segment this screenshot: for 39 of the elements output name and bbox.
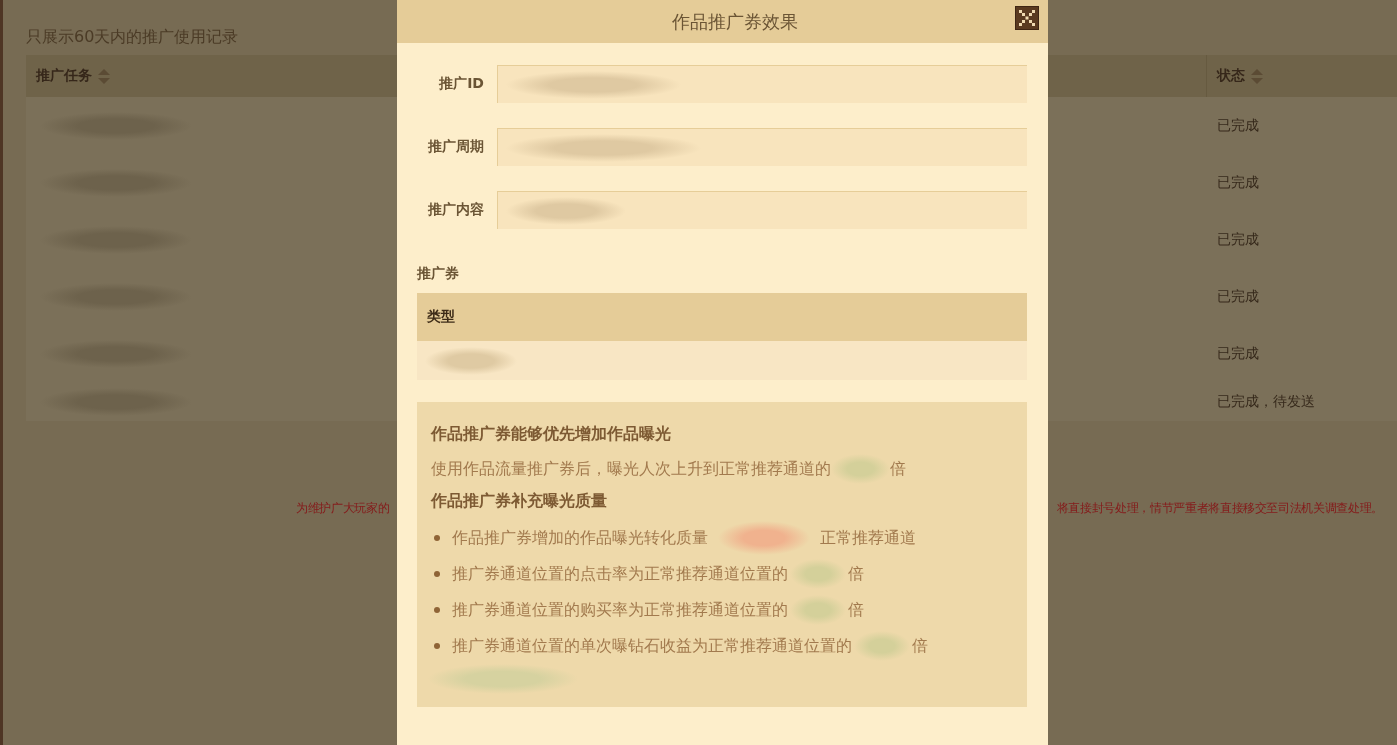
info-text: 正常推荐通道 (820, 527, 916, 549)
info-text: 推广券通道位置的单次曝钻石收益为正常推荐通道位置的 (452, 635, 852, 657)
bullet-icon (434, 571, 440, 577)
close-button[interactable] (1015, 6, 1039, 30)
status-text: 已完成 (1217, 344, 1259, 363)
info-text: 作品推广券增加的作品曝光转化质量 (452, 527, 708, 549)
dialog-title: 作品推广券效果 (671, 9, 798, 34)
column-header[interactable]: 推广任务 (36, 67, 110, 85)
field-label: 推广周期 (428, 138, 484, 156)
bullet-icon (434, 535, 440, 541)
bullet-icon (434, 607, 440, 613)
info-heading: 作品推广券补充曝光质量 (431, 490, 607, 512)
info-text: 倍 (890, 458, 906, 480)
value-field[interactable] (497, 65, 1027, 103)
column-header[interactable]: 状态 (1217, 67, 1263, 85)
warning-text: 将直接封号处理，情节严重者将直接移交至司法机关调查处理。 (1056, 500, 1383, 516)
value-field[interactable] (497, 191, 1027, 229)
bullet-icon (434, 643, 440, 649)
status-text: 已完成 (1217, 230, 1259, 249)
sort-icon (1251, 68, 1263, 84)
close-icon (1019, 10, 1035, 26)
section-label: 推广券 (417, 264, 459, 283)
info-text: 使用作品流量推广券后，曝光人次上升到正常推荐通道的 (431, 458, 831, 480)
warning-text: 为维护广大玩家的 (296, 500, 390, 516)
info-text: 倍 (848, 563, 864, 585)
info-text: 倍 (912, 635, 928, 657)
info-text: 推广券通道位置的点击率为正常推荐通道位置的 (452, 563, 788, 585)
info-text: 推广券通道位置的购买率为正常推荐通道位置的 (452, 599, 788, 621)
field-label: 推广内容 (428, 201, 484, 219)
status-text: 已完成 (1217, 287, 1259, 306)
value-field[interactable] (497, 128, 1027, 166)
column-title: 类型 (427, 308, 455, 326)
status-text: 已完成 (1217, 116, 1259, 135)
info-text: 倍 (848, 599, 864, 621)
field-label: 推广ID (439, 75, 484, 93)
status-text: 已完成 (1217, 173, 1259, 192)
status-text: 已完成，待发送 (1217, 392, 1315, 411)
sort-icon (98, 68, 110, 84)
info-heading: 作品推广券能够优先增加作品曝光 (431, 423, 671, 445)
